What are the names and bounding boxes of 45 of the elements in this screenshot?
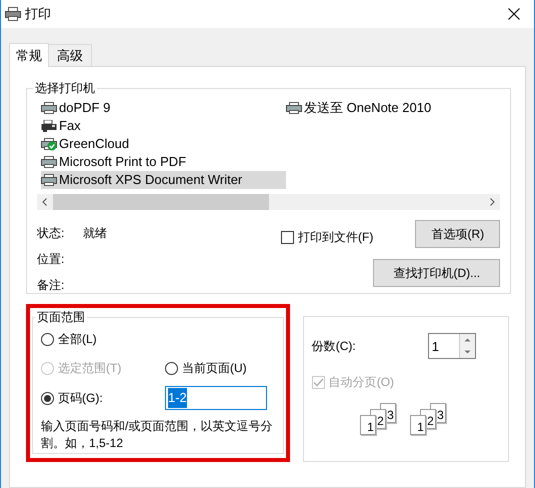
printer-item[interactable]: Fax [41,117,286,135]
horizontal-scrollbar[interactable] [37,194,500,210]
preferences-button[interactable]: 首选项(R) [415,220,500,248]
group-title: 页面范围 [36,309,86,326]
copies-spinner[interactable]: 1 [428,333,476,359]
page-number: 2 [377,414,384,428]
radio-option[interactable]: 当前页面(U) [165,359,247,377]
tab[interactable]: 高级 [49,44,92,66]
printer-icon [41,156,57,168]
comment-label: 备注: [37,277,66,294]
printer-icon [5,7,21,21]
status-value: 就绪 [83,225,107,242]
printer-icon [41,102,57,114]
close-icon [508,8,520,20]
page-number: 1 [367,420,374,434]
radio-option[interactable]: 全部(L) [41,330,275,348]
printer-icon [286,102,302,114]
printer-item[interactable]: Microsoft Print to PDF [41,153,286,171]
radio-button[interactable] [165,362,178,374]
find-printer-button[interactable]: 查找打印机(D)... [373,259,500,287]
radio-button[interactable] [41,392,54,404]
page-numbers-field[interactable]: 1-2 [165,386,267,410]
printer-item[interactable]: GreenCloud [41,135,286,153]
radio-option[interactable]: 页码(G): [41,389,165,407]
fax-icon [41,120,57,132]
checkbox[interactable] [281,230,294,244]
printer-item[interactable]: Microsoft XPS Document Writer [41,171,286,189]
page-range-hint: 输入页面号码和/或页面范围，以英文逗号分割。如，1,5-12 [41,418,274,452]
status-label: 状态: [37,225,66,242]
printer-icon [41,174,57,186]
group-title: 选择打印机 [34,80,96,97]
printer-item[interactable]: doPDF 9 [41,99,286,117]
scrollbar-thumb[interactable] [53,194,269,210]
page-number: 3 [437,408,444,422]
page-number: 3 [387,408,394,422]
radio-button[interactable] [41,332,54,346]
tab[interactable]: 常规 [9,43,49,67]
window-title: 打印 [25,5,51,24]
page-number: 1 [417,420,424,434]
printer-item[interactable]: 发送至 OneNote 2010 [286,99,486,117]
checkbox-option[interactable]: 打印到文件(F) [281,228,374,246]
location-label: 位置: [37,251,66,268]
copies-label: 份数(C): [312,338,357,355]
page-number: 2 [427,414,434,428]
default-printer-icon [41,138,57,150]
